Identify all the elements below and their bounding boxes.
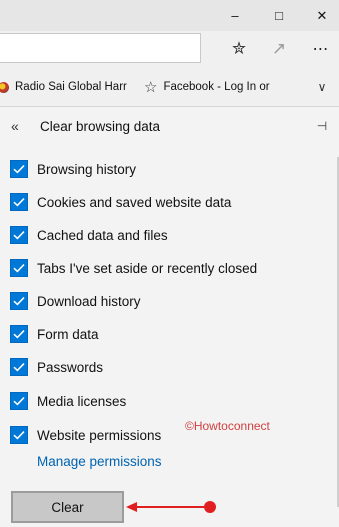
radio-sai-favicon-icon — [0, 81, 9, 93]
clear-browsing-data-panel: « Clear browsing data ⊣ Browsing history… — [0, 107, 339, 527]
option-cached-data[interactable]: Cached data and files — [10, 225, 168, 245]
star-outline-icon: ☆ — [144, 79, 158, 96]
share-button[interactable]: ↗ — [263, 31, 295, 67]
checkbox-checked-icon[interactable] — [10, 259, 28, 277]
option-label: Download history — [37, 293, 141, 309]
option-label: Form data — [37, 326, 99, 342]
option-label: Cookies and saved website data — [37, 194, 232, 210]
option-label: Passwords — [37, 359, 104, 375]
manage-permissions-link[interactable]: Manage permissions — [37, 454, 162, 469]
pin-icon[interactable]: ⊣ — [312, 107, 332, 145]
option-label: Media licenses — [37, 393, 127, 409]
minimize-button[interactable]: – — [212, 0, 258, 31]
favorite-item-radio-sai[interactable]: Radio Sai Global Harr — [0, 67, 127, 107]
maximize-button[interactable]: □ — [256, 0, 302, 31]
favorite-label: Radio Sai Global Harr — [15, 81, 127, 93]
address-bar[interactable] — [0, 33, 201, 63]
option-media-licenses[interactable]: Media licenses — [10, 391, 126, 411]
option-label: Website permissions — [37, 427, 162, 443]
title-bar: – □ ✕ — [0, 0, 339, 31]
favorite-item-facebook[interactable]: ☆ Facebook - Log In or — [144, 67, 270, 107]
favorite-label: Facebook - Log In or — [163, 81, 270, 93]
back-icon[interactable]: « — [11, 107, 31, 145]
favorites-overflow-chevron-icon[interactable]: ∨ — [312, 67, 332, 107]
share-icon: ↗ — [271, 39, 287, 58]
option-download-history[interactable]: Download history — [10, 291, 141, 311]
option-tabs-set-aside[interactable]: Tabs I've set aside or recently closed — [10, 258, 257, 278]
checkbox-checked-icon[interactable] — [10, 358, 28, 376]
option-cookies[interactable]: Cookies and saved website data — [10, 192, 231, 212]
option-website-permissions[interactable]: Website permissions — [10, 425, 161, 445]
watermark: ©Howtoconnect — [185, 419, 270, 433]
annotation-arrow — [126, 501, 216, 513]
browser-toolbar: ✮ ↗ ⋯ — [0, 31, 339, 67]
checkbox-checked-icon[interactable] — [10, 392, 28, 410]
more-button[interactable]: ⋯ — [305, 31, 337, 67]
option-form-data[interactable]: Form data — [10, 324, 99, 344]
option-label: Cached data and files — [37, 227, 168, 243]
more-icon: ⋯ — [312, 41, 330, 58]
checkbox-checked-icon[interactable] — [10, 426, 28, 444]
minimize-icon: – — [231, 8, 239, 23]
option-label: Tabs I've set aside or recently closed — [37, 260, 258, 276]
panel-header: « Clear browsing data ⊣ — [0, 107, 339, 145]
panel-title: Clear browsing data — [40, 118, 161, 134]
checkbox-checked-icon[interactable] — [10, 325, 28, 343]
maximize-icon: □ — [275, 8, 283, 23]
close-icon: ✕ — [316, 7, 328, 23]
favorites-bar: Radio Sai Global Harr ☆ Facebook - Log I… — [0, 67, 339, 107]
clear-button[interactable]: Clear — [11, 491, 124, 523]
close-button[interactable]: ✕ — [299, 0, 339, 31]
favorites-star-icon: ✮ — [231, 39, 247, 58]
checkbox-checked-icon[interactable] — [10, 226, 28, 244]
option-browsing-history[interactable]: Browsing history — [10, 159, 136, 179]
checkbox-checked-icon[interactable] — [10, 160, 28, 178]
option-passwords[interactable]: Passwords — [10, 357, 103, 377]
checkbox-checked-icon[interactable] — [10, 193, 28, 211]
checkbox-checked-icon[interactable] — [10, 292, 28, 310]
option-label: Browsing history — [37, 161, 137, 177]
favorites-hub-button[interactable]: ✮ — [223, 31, 255, 67]
